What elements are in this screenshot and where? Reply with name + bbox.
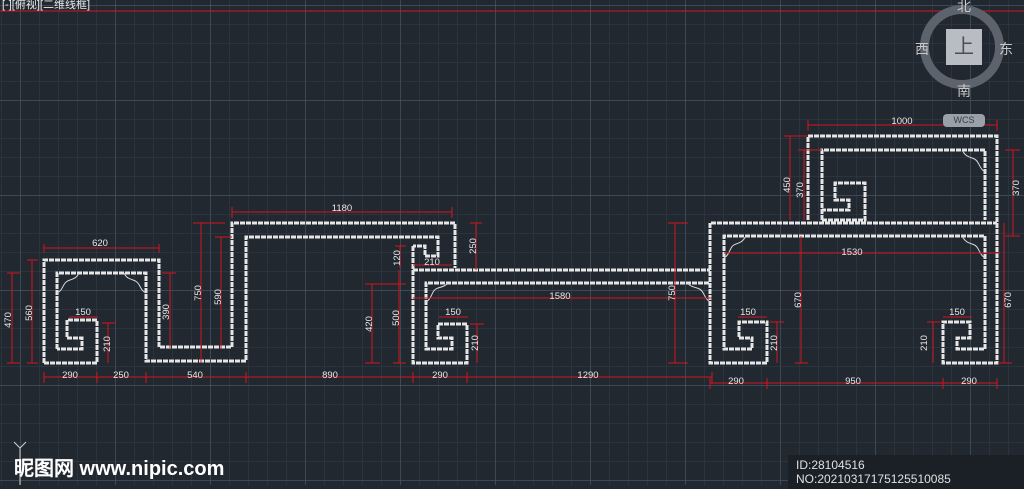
dim-560: 560	[24, 305, 35, 321]
watermark-id: ID:28104516 NO:20210317175125510085	[788, 455, 1024, 489]
dim-1530: 1530	[841, 247, 862, 258]
viewcube-south[interactable]: 南	[957, 81, 971, 101]
dim-150-r2: 150	[949, 307, 965, 318]
dim-bottom-right: 950	[845, 376, 861, 387]
dim-1000: 1000	[891, 116, 912, 127]
viewcube-north[interactable]: 北	[957, 0, 971, 16]
viewcube-west[interactable]: 西	[915, 39, 929, 59]
dim-470: 470	[3, 312, 14, 328]
dim-bottom: 250	[113, 370, 129, 381]
dim-670: 670	[793, 292, 804, 308]
viewcube-top-face[interactable]: 上	[946, 29, 982, 65]
dim-210: 210	[102, 336, 113, 352]
dim-bottom: 1290	[577, 370, 598, 381]
dim-450: 450	[782, 177, 793, 193]
dim-120: 120	[392, 250, 403, 266]
dim-210-mid: 210	[470, 335, 481, 351]
dim-250: 250	[468, 238, 479, 254]
dim-210-r1: 210	[769, 335, 780, 351]
dim-150-r1: 150	[740, 307, 756, 318]
watermark-logo: 昵图网 www.nipic.com	[14, 458, 225, 480]
dim-bottom: 540	[187, 370, 203, 381]
dim-390: 390	[161, 304, 172, 320]
dim-1180: 1180	[332, 203, 352, 214]
dim-670-b: 670	[1003, 292, 1014, 308]
dim-370: 370	[795, 182, 806, 198]
dim-bottom: 290	[62, 370, 78, 381]
dimension-lines	[7, 120, 1020, 389]
dim-420: 420	[364, 316, 375, 332]
middle-bench	[411, 246, 711, 365]
dim-bottom-right: 290	[728, 376, 744, 387]
dim-500: 500	[391, 310, 402, 326]
dim-bottom: 890	[322, 370, 338, 381]
dim-150: 150	[75, 307, 91, 318]
wcs-menu-button[interactable]: WCS	[943, 114, 985, 127]
dim-1580: 1580	[549, 291, 570, 302]
viewcube-east[interactable]: 东	[999, 39, 1013, 59]
dimension-labels: 620 470 560 150 210 390 1180 750 590 250…	[3, 116, 1022, 387]
dim-590: 590	[213, 289, 224, 305]
dim-210-r2: 210	[919, 335, 930, 351]
dim-370-b: 370	[1011, 180, 1022, 196]
dim-bottom-right: 290	[961, 376, 977, 387]
dim-750-b: 750	[667, 285, 678, 301]
dim-210-hook: 210	[424, 257, 440, 268]
dim-bottom: 290	[432, 370, 448, 381]
drawing-canvas[interactable]: 620 470 560 150 210 390 1180 750 590 250…	[0, 0, 1024, 485]
dim-620: 620	[92, 238, 108, 249]
dim-750: 750	[193, 285, 204, 301]
dim-150-mid: 150	[445, 307, 461, 318]
